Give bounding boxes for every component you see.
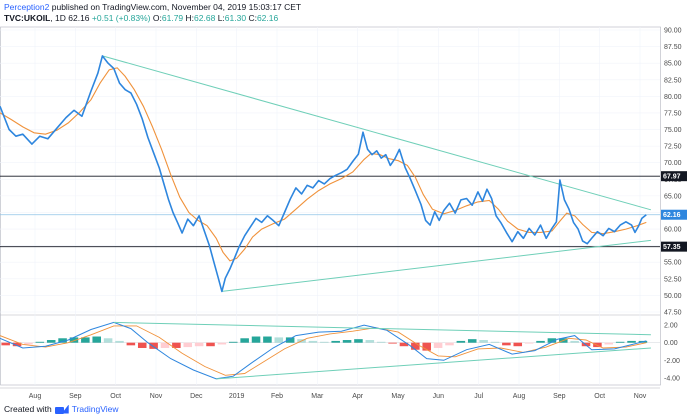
histogram-bar bbox=[365, 340, 375, 343]
histogram-bar bbox=[1, 342, 10, 346]
time-tick-label: Mar bbox=[311, 393, 324, 400]
histogram-bar bbox=[411, 342, 420, 350]
time-tick-label: Aug bbox=[29, 393, 42, 400]
histogram-bar bbox=[376, 341, 386, 343]
time-tick-label: Apr bbox=[352, 393, 364, 400]
histogram-bar bbox=[615, 341, 625, 343]
price-tick-label: 60.00 bbox=[664, 227, 682, 234]
osc-tick-label: -4.00 bbox=[664, 375, 680, 382]
time-tick-label: Oct bbox=[594, 393, 605, 400]
price-tick-label: 47.50 bbox=[664, 310, 682, 317]
price-tick-label: 50.00 bbox=[664, 293, 682, 300]
histogram-bar bbox=[502, 342, 511, 346]
time-tick-label: Sep bbox=[553, 393, 566, 400]
histogram-bar bbox=[251, 336, 261, 343]
price-tick-label: 85.00 bbox=[664, 61, 682, 68]
created-with-text: Created with bbox=[4, 404, 52, 414]
time-tick-label: Aug bbox=[513, 393, 526, 400]
trendline[interactable] bbox=[221, 239, 651, 292]
price-tick-label: 65.00 bbox=[664, 193, 682, 200]
histogram-bar bbox=[263, 336, 272, 343]
time-tick-label: 2019 bbox=[229, 393, 245, 400]
histogram-bar bbox=[570, 340, 579, 343]
osc-trendline[interactable] bbox=[216, 347, 651, 380]
level-price-label: 57.35 bbox=[663, 244, 681, 251]
histogram-bar bbox=[445, 342, 454, 346]
time-tick-label: Jul bbox=[474, 393, 483, 400]
histogram-bar bbox=[536, 340, 545, 343]
histogram-bar bbox=[194, 342, 204, 347]
histogram-bar bbox=[115, 340, 124, 343]
time-tick-label: Oct bbox=[110, 393, 121, 400]
osc-tick-label: 0.00 bbox=[664, 340, 678, 347]
histogram-bar bbox=[388, 342, 397, 344]
histogram-bar bbox=[524, 342, 534, 344]
price-tick-label: 75.00 bbox=[664, 127, 682, 134]
time-tick-label: Nov bbox=[634, 393, 647, 400]
level-price-label: 67.97 bbox=[663, 174, 681, 181]
histogram-bar bbox=[46, 340, 56, 343]
time-tick-label: May bbox=[391, 393, 405, 400]
histogram-bar bbox=[513, 342, 523, 347]
histogram-bar bbox=[467, 339, 477, 343]
histogram-bar bbox=[137, 342, 147, 348]
price-tick-label: 80.00 bbox=[664, 94, 682, 101]
chart-canvas[interactable]: 90.00 87.50 85.00 82.50 80.00 77.50 75.00 72.50… bbox=[0, 0, 690, 418]
time-tick-label: Jun bbox=[433, 393, 444, 400]
price-tick-label: 87.50 bbox=[664, 44, 682, 51]
tradingview-brand[interactable]: TradingView bbox=[72, 404, 119, 414]
tradingview-logo-icon bbox=[54, 405, 69, 414]
histogram-bar bbox=[229, 341, 238, 343]
histogram-bar bbox=[627, 340, 636, 343]
time-tick-label: Feb bbox=[271, 393, 283, 400]
price-tick-label: 55.00 bbox=[664, 260, 682, 267]
histogram-bar bbox=[183, 342, 193, 348]
histogram-bar bbox=[320, 341, 329, 343]
trendline[interactable] bbox=[102, 55, 652, 211]
histogram-bar bbox=[217, 342, 227, 345]
histogram-bar bbox=[206, 342, 215, 347]
histogram-bar bbox=[92, 336, 101, 343]
footer: Created with TradingView bbox=[4, 404, 119, 414]
histogram-bar bbox=[240, 338, 249, 343]
histogram-bar bbox=[308, 340, 318, 343]
price-tick-label: 90.00 bbox=[664, 28, 682, 35]
osc-tick-label: -2.00 bbox=[664, 358, 680, 365]
histogram-bar bbox=[103, 338, 113, 343]
histogram-bar bbox=[149, 342, 158, 349]
histogram-bar bbox=[342, 340, 352, 343]
histogram-bar bbox=[604, 342, 614, 345]
osc-macd-line bbox=[0, 321, 647, 380]
histogram-bar bbox=[331, 340, 340, 343]
histogram-bar bbox=[35, 341, 45, 343]
histogram-bar bbox=[126, 342, 136, 346]
time-tick-label: Sep bbox=[69, 393, 82, 400]
histogram-bar bbox=[274, 337, 284, 343]
histogram-bar bbox=[490, 341, 500, 343]
osc-signal-line bbox=[0, 325, 647, 376]
price-tick-label: 77.50 bbox=[664, 110, 682, 117]
histogram-bar bbox=[479, 340, 488, 343]
osc-tick-label: 2.00 bbox=[664, 323, 678, 330]
price-tick-label: 52.50 bbox=[664, 276, 682, 283]
histogram-bar bbox=[456, 340, 466, 343]
histogram-bar bbox=[433, 342, 443, 348]
osc-trendline[interactable] bbox=[113, 321, 651, 336]
time-tick-label: Nov bbox=[150, 393, 163, 400]
histogram-bar bbox=[24, 342, 33, 345]
price-tick-label: 82.50 bbox=[664, 77, 682, 84]
last-price-label: 62.16 bbox=[663, 212, 681, 219]
price-tick-label: 72.50 bbox=[664, 144, 682, 151]
histogram-bar bbox=[354, 339, 363, 343]
time-tick-label: Dec bbox=[190, 393, 203, 400]
price-tick-label: 70.00 bbox=[664, 160, 682, 167]
price-line bbox=[0, 55, 647, 293]
